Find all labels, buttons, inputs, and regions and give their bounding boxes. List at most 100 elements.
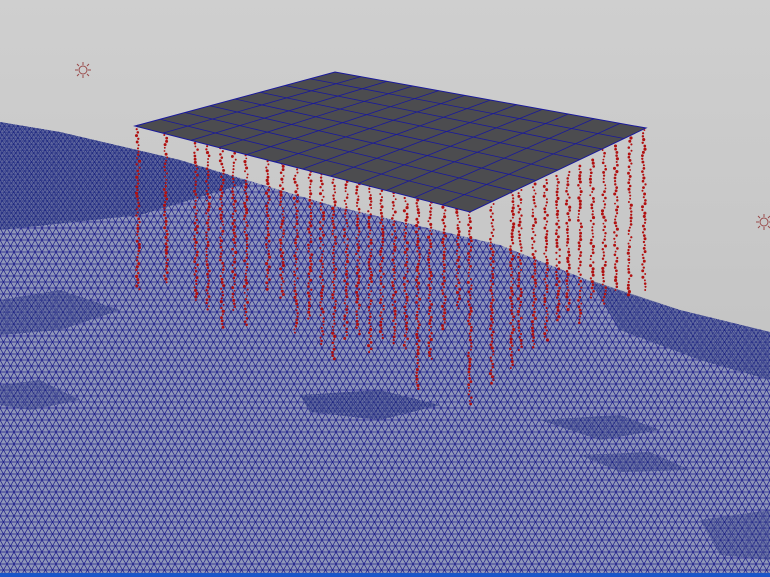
particle	[207, 177, 209, 180]
particle	[367, 225, 371, 229]
particle	[534, 192, 537, 195]
particle	[629, 203, 633, 207]
particle	[577, 270, 580, 273]
particle	[577, 247, 581, 251]
maya-viewport[interactable]	[0, 0, 770, 577]
particle	[415, 381, 418, 384]
particle	[615, 282, 619, 285]
particle	[428, 306, 432, 310]
particle	[369, 213, 372, 216]
particle	[403, 311, 406, 315]
particle	[319, 275, 322, 279]
particle	[265, 262, 269, 266]
particle	[295, 318, 298, 322]
particle	[358, 288, 361, 291]
particle	[382, 272, 385, 276]
particle	[245, 317, 249, 320]
particle	[641, 189, 644, 192]
particle	[441, 237, 445, 241]
particle	[601, 273, 605, 277]
particle	[308, 173, 312, 176]
particle	[163, 210, 167, 213]
particle	[517, 223, 521, 227]
particle	[556, 292, 560, 296]
particle	[613, 180, 617, 183]
particle	[332, 290, 336, 293]
particle	[442, 263, 446, 267]
particle	[245, 221, 248, 224]
particle	[567, 247, 570, 250]
particle	[491, 365, 495, 369]
particle	[533, 310, 536, 314]
particle	[243, 259, 247, 263]
particle	[589, 241, 593, 245]
particle	[565, 221, 569, 225]
particle	[492, 350, 495, 353]
particle	[603, 151, 606, 155]
particle	[281, 207, 284, 209]
particle	[579, 235, 582, 238]
particle	[555, 207, 558, 209]
particle	[279, 203, 282, 206]
particle	[355, 265, 359, 269]
particle	[205, 247, 208, 250]
particle	[310, 218, 313, 221]
viewport-canvas[interactable]	[0, 0, 770, 577]
particle	[193, 154, 197, 158]
particle	[166, 232, 169, 236]
particle	[567, 301, 571, 305]
particle	[138, 220, 141, 224]
particle	[488, 372, 493, 376]
particle	[615, 259, 619, 263]
particle	[490, 359, 493, 363]
particle	[406, 279, 409, 283]
particle	[417, 227, 420, 230]
particle	[265, 287, 269, 291]
particle	[369, 315, 372, 319]
particle	[205, 237, 208, 241]
particle	[566, 272, 570, 276]
particle	[345, 247, 349, 250]
particle	[415, 377, 419, 381]
particle	[296, 315, 299, 318]
viewport-active-border	[0, 573, 770, 577]
particle	[469, 287, 473, 291]
particle	[343, 336, 347, 340]
particle	[282, 229, 285, 232]
particle	[458, 246, 461, 249]
particle	[309, 278, 313, 282]
particle	[603, 263, 607, 267]
particle	[368, 196, 372, 200]
particle	[219, 153, 222, 156]
particle	[196, 167, 199, 170]
particle	[233, 289, 236, 292]
particle	[469, 306, 473, 310]
particle	[381, 240, 385, 244]
particle	[557, 219, 560, 222]
particle	[418, 297, 422, 301]
particle	[322, 323, 325, 326]
particle	[231, 296, 234, 299]
particle	[442, 256, 446, 260]
particle	[221, 150, 224, 153]
particle	[405, 295, 409, 299]
particle	[615, 272, 618, 276]
particle	[429, 300, 432, 303]
particle	[195, 218, 199, 222]
particle	[332, 223, 335, 226]
particle	[456, 249, 459, 252]
particle	[566, 240, 570, 244]
particle	[558, 248, 561, 251]
particle	[602, 222, 605, 225]
particle	[346, 244, 349, 247]
particle	[135, 274, 139, 278]
particle	[193, 151, 196, 154]
particle	[391, 258, 395, 262]
particle	[489, 256, 493, 260]
particle	[578, 199, 582, 203]
particle	[565, 269, 569, 273]
particle	[489, 288, 493, 292]
particle	[322, 233, 326, 237]
particle	[489, 215, 493, 218]
particle	[418, 323, 421, 327]
